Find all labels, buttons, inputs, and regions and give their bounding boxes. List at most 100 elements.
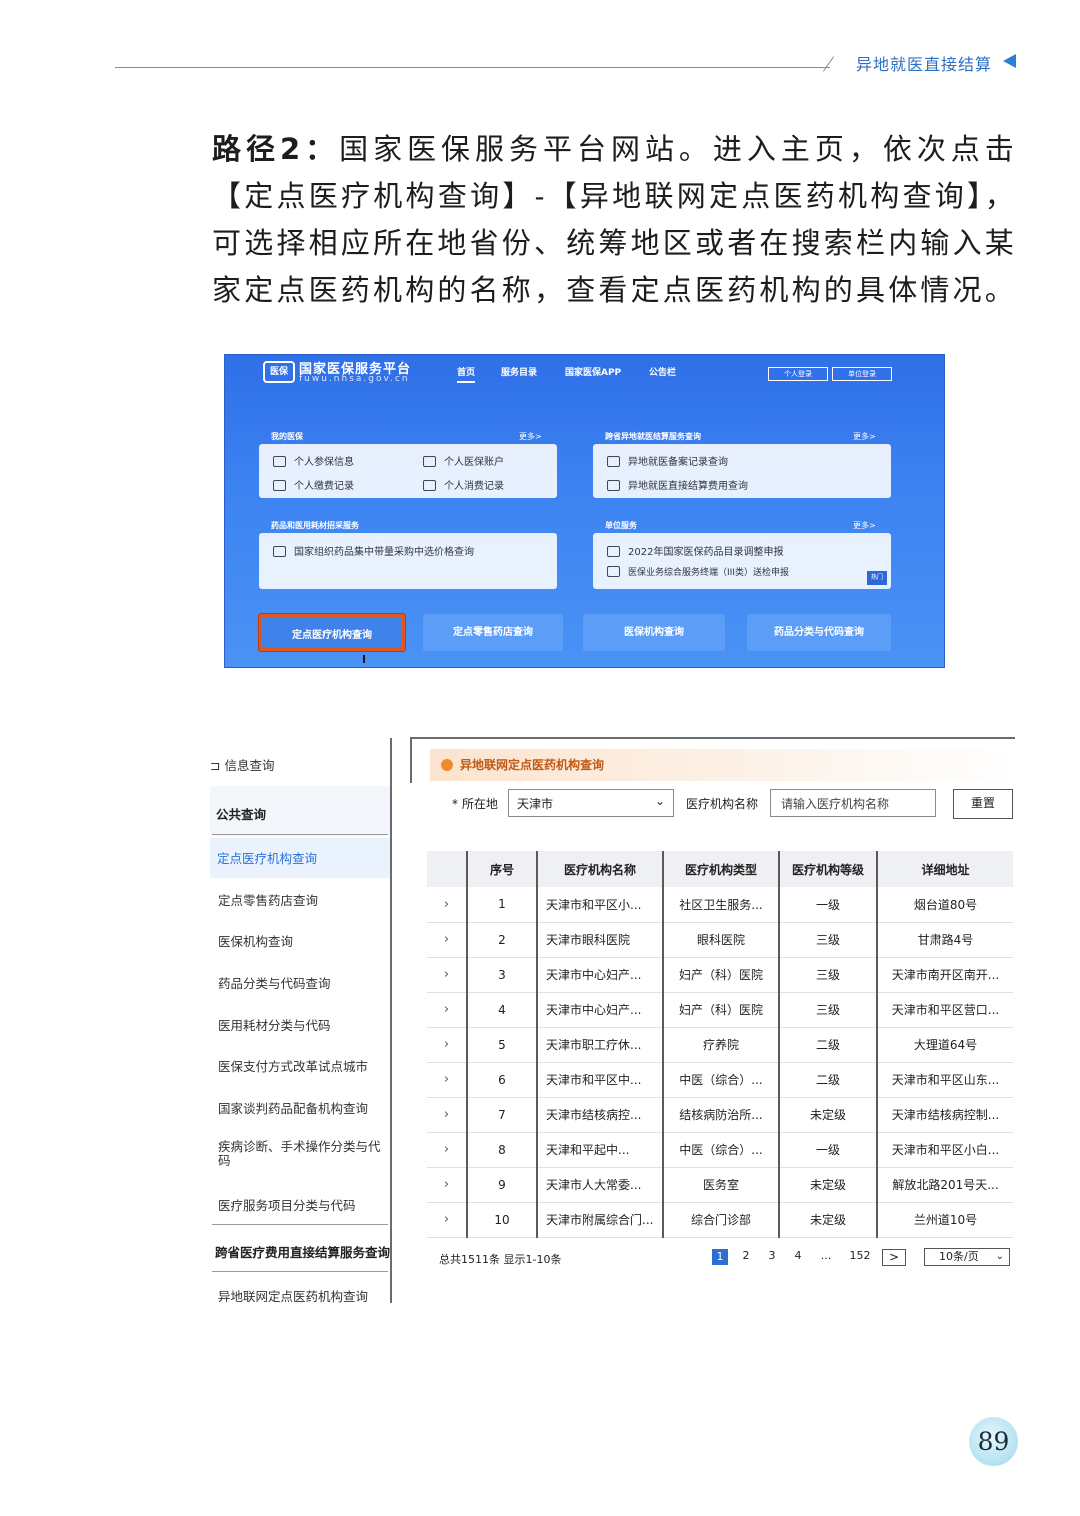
link-personal-account[interactable]: 个人医保账户 — [423, 453, 504, 468]
sidebar-item-cross-province[interactable]: 跨省医疗费用直接结算服务查询 — [215, 1242, 390, 1261]
page-size-select[interactable]: 10条/页 ⌄ — [924, 1248, 1010, 1266]
section-title: 异地就医直接结算 — [856, 55, 993, 74]
sidebar-item-service-items[interactable]: 医疗服务项目分类与代码 — [218, 1195, 356, 1214]
expand-row-icon[interactable]: › — [427, 1167, 468, 1203]
portal-site-url: fuwu.nhsa.gov.cn — [299, 374, 410, 384]
table-row[interactable]: › 1 天津市和平区小... 社区卫生服务... 一级 烟台道80号 — [427, 887, 1013, 923]
page-2-button[interactable]: 2 — [738, 1249, 754, 1262]
sidebar-header[interactable]: ⊐ 信息查询 — [210, 755, 274, 774]
link-personal-insured-info[interactable]: 个人参保信息 — [273, 453, 354, 468]
query-main-panel: 异地联网定点医药机构查询 * 所在地 天津市 ⌄ 医疗机构名称 请输入医疗机构名称… — [410, 737, 1015, 1297]
expand-row-icon[interactable]: › — [427, 957, 468, 993]
query-title: 异地联网定点医药机构查询 — [460, 758, 605, 772]
personal-login-button[interactable]: 个人登录 — [768, 367, 828, 381]
sidebar-item-diagnosis-codes[interactable]: 疾病诊断、手术操作分类与代码 — [218, 1140, 386, 1168]
table-row[interactable]: › 5 天津市职工疗休... 疗养院 二级 大理道64号 — [427, 1027, 1013, 1063]
sidebar-group-public-query[interactable]: 公共查询 — [216, 804, 266, 823]
unit-login-button[interactable]: 单位登录 — [832, 367, 892, 381]
column-header: 医疗机构名称 — [537, 851, 664, 887]
link-drug-price-query[interactable]: 国家组织药品集中带量采购中选价格查询 — [273, 543, 474, 558]
sidebar-item-pharmacy[interactable]: 定点零售药店查询 — [218, 890, 318, 909]
table-cell: 眼科医院 — [663, 922, 780, 958]
table-cell: 天津市职工疗休... — [537, 1027, 664, 1063]
expand-row-icon[interactable]: › — [427, 1202, 468, 1238]
sidebar-item-insurance-agency[interactable]: 医保机构查询 — [218, 931, 293, 950]
table-cell: 三级 — [779, 957, 878, 993]
expand-row-icon[interactable]: › — [427, 1027, 468, 1063]
panel-procurement-title: 药品和医用耗材招采服务 — [271, 521, 359, 530]
table-cell: 天津市和平区中... — [537, 1062, 664, 1098]
sidebar-item-designated-medical[interactable]: 定点医疗机构查询 — [217, 848, 317, 867]
chat-icon — [607, 456, 620, 467]
page-3-button[interactable]: 3 — [764, 1249, 780, 1262]
table-cell: 天津市附属综合门... — [537, 1202, 664, 1238]
section-arrow-icon — [1003, 54, 1016, 68]
sidebar-item-consumables[interactable]: 医用耗材分类与代码 — [218, 1015, 331, 1034]
table-row[interactable]: › 9 天津市人大常委... 医务室 未定级 解放北路201号天... — [427, 1167, 1013, 1203]
table-row[interactable]: › 6 天津市和平区中... 中医（综合）... 二级 天津市和平区山东... — [427, 1062, 1013, 1098]
table-cell: 二级 — [779, 1027, 878, 1063]
search-record-icon — [273, 480, 286, 491]
table-row[interactable]: › 7 天津市结核病控... 结核病防治所... 未定级 天津市结核病控制... — [427, 1097, 1013, 1133]
pagination-summary: 总共1511条 显示1-10条 — [439, 1253, 562, 1266]
location-select[interactable]: 天津市 ⌄ — [508, 789, 674, 817]
link-payment-records[interactable]: 个人缴费记录 — [273, 477, 354, 492]
page-last-button[interactable]: 152 — [846, 1249, 874, 1262]
table-cell: 天津市南开区南开... — [877, 957, 1013, 993]
expand-row-icon[interactable]: › — [427, 922, 468, 958]
table-row[interactable]: › 10 天津市附属综合门... 综合门诊部 未定级 兰州道10号 — [427, 1202, 1013, 1238]
institution-table: 序号 医疗机构名称 医疗机构类型 医疗机构等级 详细地址 › 1 天津市和平区小..… — [427, 851, 1013, 1238]
table-row[interactable]: › 3 天津市中心妇产... 妇产（科）医院 三级 天津市南开区南开... — [427, 957, 1013, 993]
document-icon — [273, 546, 286, 557]
table-row[interactable]: › 4 天津市中心妇产... 妇产（科）医院 三级 天津市和平区营口... — [427, 992, 1013, 1028]
table-cell: 大理道64号 — [877, 1027, 1013, 1063]
nav-notices[interactable]: 公告栏 — [649, 365, 676, 378]
terminal-icon — [607, 566, 620, 577]
title-dot-icon — [441, 759, 453, 771]
chevron-down-icon: ⌄ — [654, 794, 665, 808]
link-drug-catalog-declare[interactable]: 2022年国家医保药品目录调整申报 — [607, 543, 783, 558]
expand-row-icon[interactable]: › — [427, 992, 468, 1028]
table-row[interactable]: › 2 天津市眼科医院 眼科医院 三级 甘肃路4号 — [427, 922, 1013, 958]
id-card-icon — [273, 456, 286, 467]
next-page-button[interactable]: > — [882, 1249, 906, 1266]
target-icon — [607, 480, 620, 491]
drug-classification-button[interactable]: 药品分类与代码查询 — [747, 614, 891, 651]
table-row[interactable]: › 8 天津和平起中... 中医（综合）... 一级 天津市和平区小白... — [427, 1132, 1013, 1168]
table-cell: 7 — [467, 1097, 538, 1133]
link-settlement-fees[interactable]: 异地就医直接结算费用查询 — [607, 477, 748, 492]
panel-my-insurance-more[interactable]: 更多> — [519, 431, 542, 442]
expand-row-icon[interactable]: › — [427, 1062, 468, 1098]
link-terminal-inspection[interactable]: 医保业务综合服务终端（III类）送检申报 — [607, 565, 789, 578]
institution-name-input[interactable]: 请输入医疗机构名称 — [770, 789, 936, 817]
panel-unit-service-more[interactable]: 更多> — [853, 520, 876, 531]
chevron-down-icon: ⌄ — [995, 1251, 1004, 1262]
expand-row-icon[interactable]: › — [427, 887, 468, 923]
page-1-button[interactable]: 1 — [712, 1249, 728, 1265]
insurance-agency-button[interactable]: 医保机构查询 — [583, 614, 725, 651]
sidebar-item-negotiated-drugs[interactable]: 国家谈判药品配备机构查询 — [218, 1098, 368, 1117]
table-cell: 一级 — [779, 1132, 878, 1168]
panel-cross-province-more[interactable]: 更多> — [853, 431, 876, 442]
designated-medical-institution-button[interactable]: 定点医疗机构查询 — [258, 613, 406, 652]
expand-row-icon[interactable]: › — [427, 1097, 468, 1133]
designated-pharmacy-button[interactable]: 定点零售药店查询 — [423, 614, 563, 651]
page-4-button[interactable]: 4 — [790, 1249, 806, 1262]
sidebar-item-networked-institutions[interactable]: 异地联网定点医药机构查询 — [218, 1286, 368, 1305]
table-cell: 社区卫生服务... — [663, 887, 780, 923]
nav-home[interactable]: 首页 — [457, 365, 476, 383]
sidebar-item-payment-reform[interactable]: 医保支付方式改革试点城市 — [218, 1056, 368, 1075]
page-ellipsis[interactable]: ... — [818, 1249, 834, 1262]
link-filing-records[interactable]: 异地就医备案记录查询 — [607, 453, 728, 468]
nav-app[interactable]: 国家医保APP — [565, 365, 621, 378]
table-cell: 未定级 — [779, 1202, 878, 1238]
reset-button[interactable]: 重置 — [953, 789, 1013, 819]
location-label: * 所在地 — [452, 797, 498, 811]
table-cell: 1 — [467, 887, 538, 923]
link-consumption-records[interactable]: 个人消费记录 — [423, 477, 504, 492]
nav-service-catalog[interactable]: 服务目录 — [501, 365, 537, 378]
header-rule — [115, 67, 830, 68]
hot-badge: 热门 — [867, 571, 887, 585]
expand-row-icon[interactable]: › — [427, 1132, 468, 1168]
sidebar-item-drug-classification[interactable]: 药品分类与代码查询 — [218, 973, 331, 992]
